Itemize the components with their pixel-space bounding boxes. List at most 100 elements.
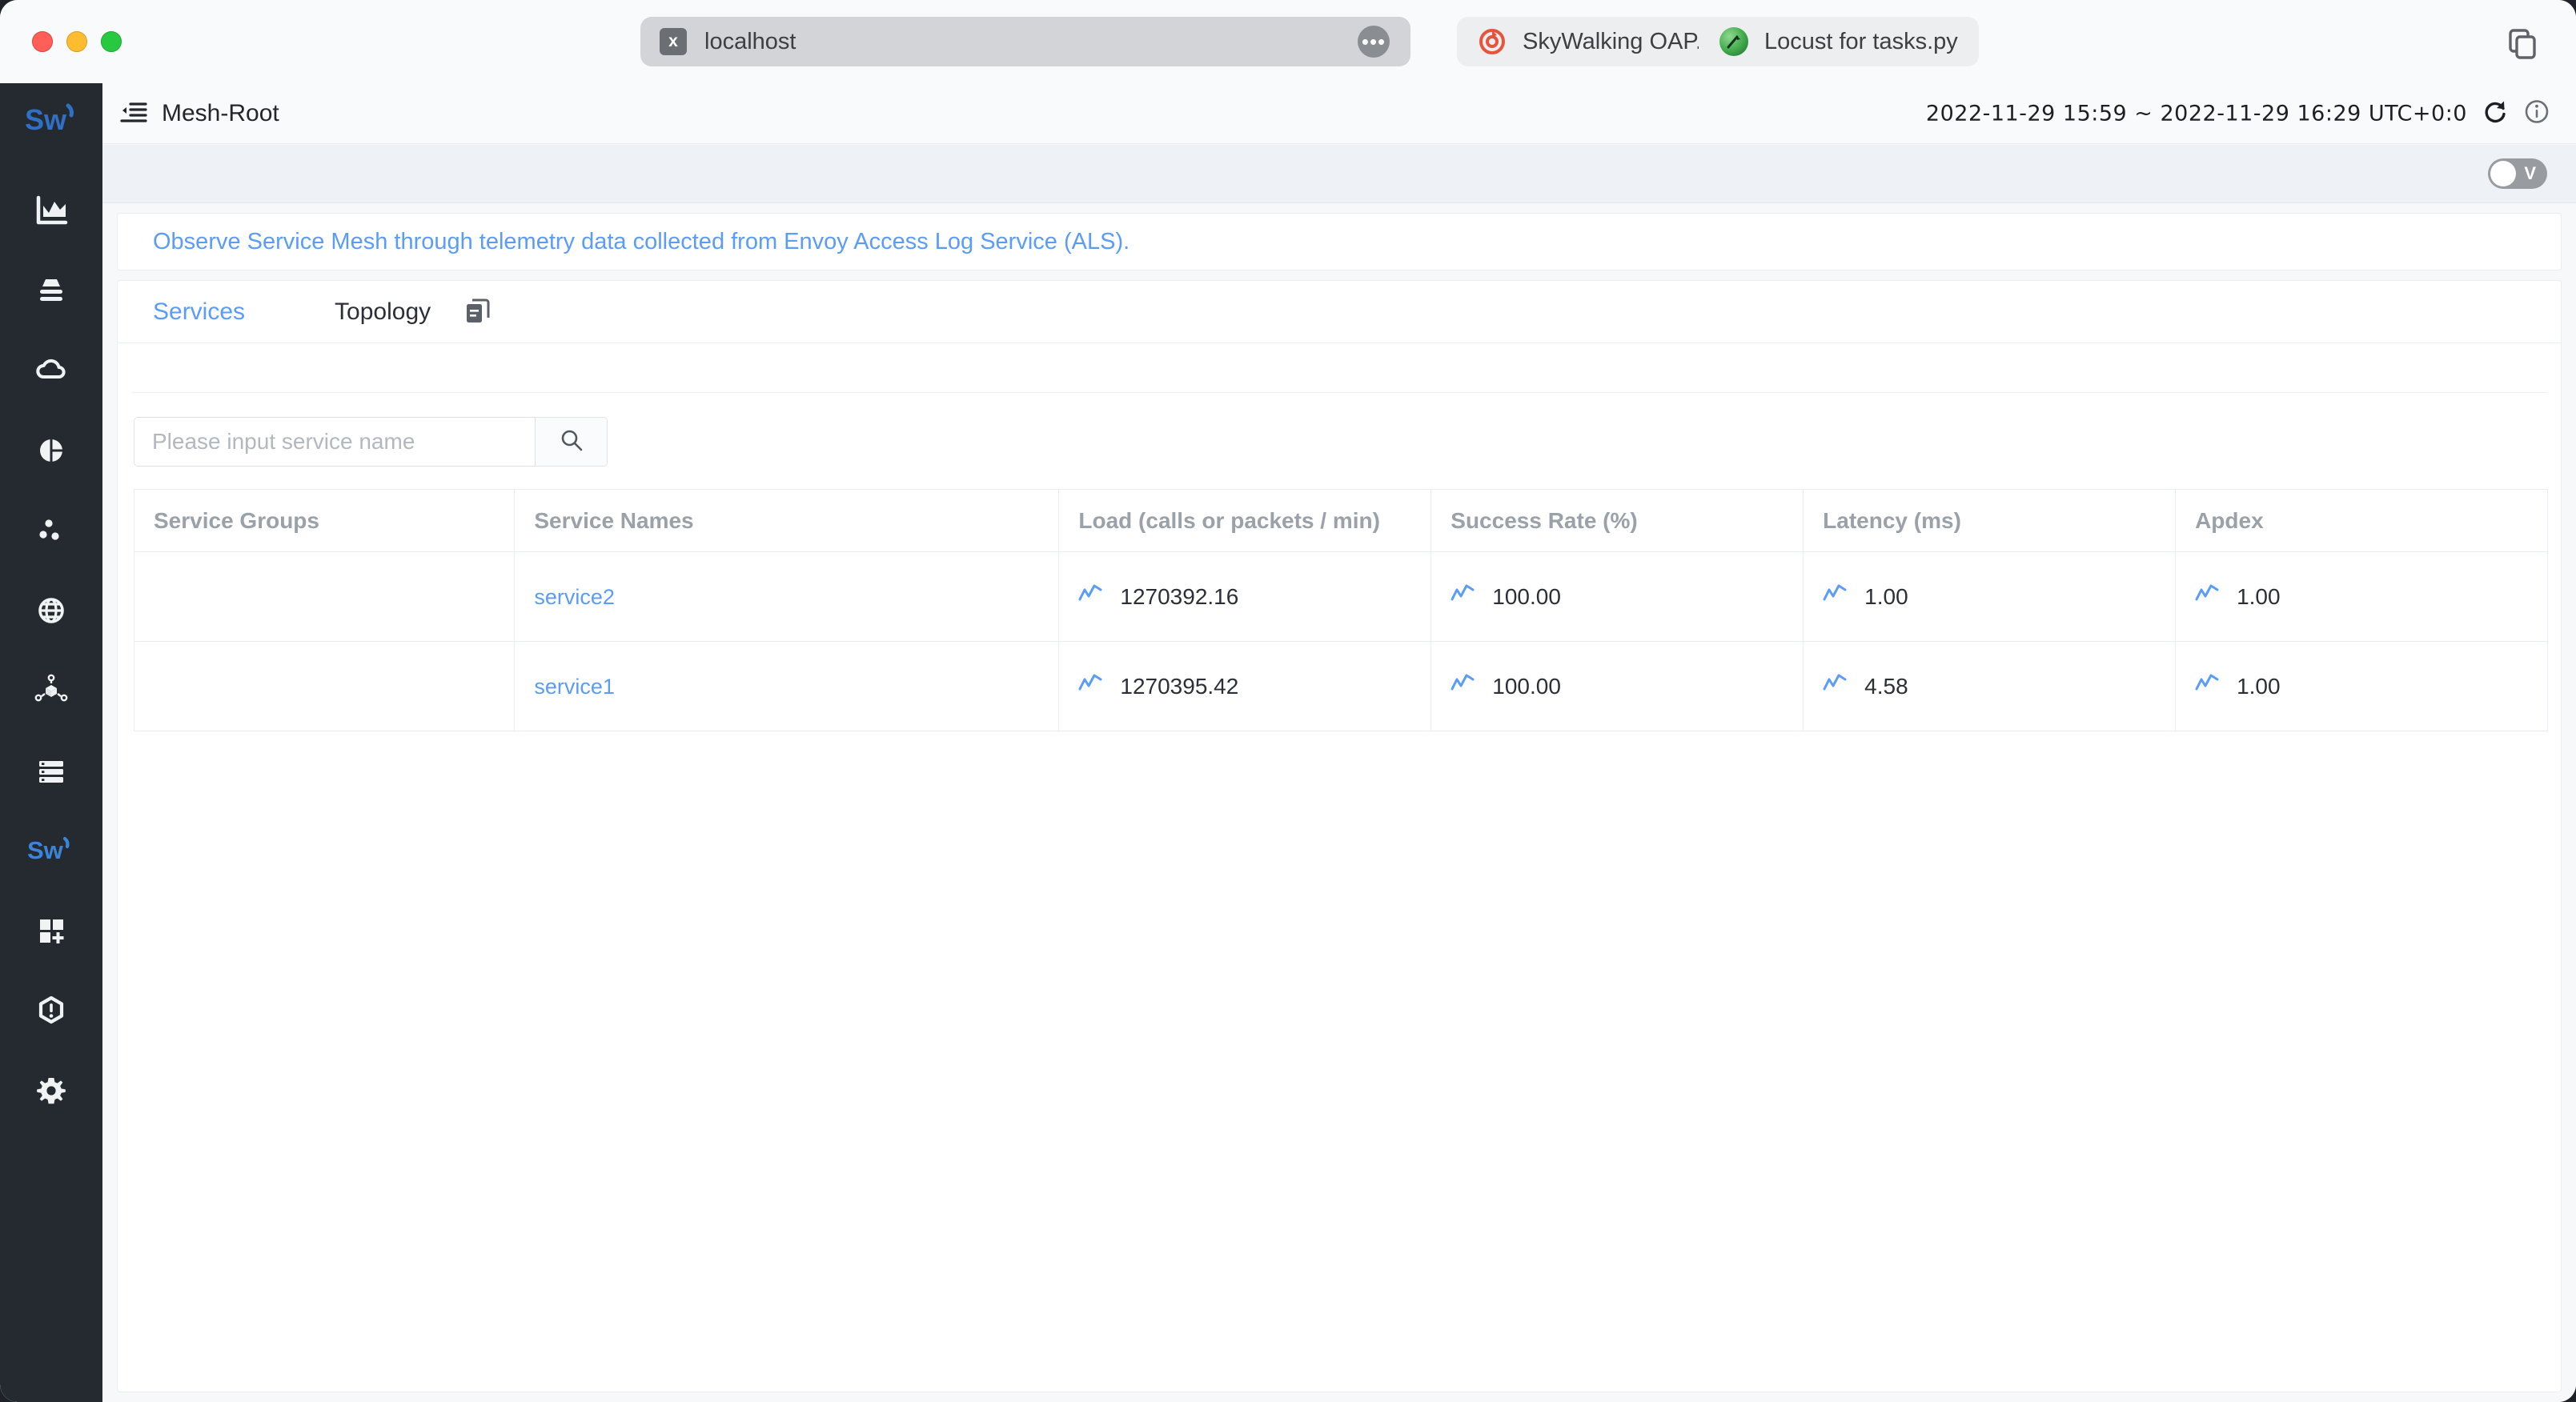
version-toggle[interactable]: V bbox=[2488, 158, 2547, 189]
globe-icon bbox=[33, 592, 70, 629]
cell-service-group bbox=[133, 641, 516, 731]
metric-apdex: 1.00 bbox=[2195, 673, 2547, 699]
sidebar-item-settings[interactable] bbox=[0, 1051, 102, 1131]
copy-dashboard-icon[interactable] bbox=[464, 298, 492, 326]
metric-success-rate: 100.00 bbox=[1451, 673, 1803, 699]
skywalking-favicon bbox=[1478, 27, 1507, 56]
tab-overview-icon[interactable] bbox=[2504, 26, 2539, 61]
cell-latency: 1.00 bbox=[1803, 551, 2177, 642]
column-header-load[interactable]: Load (calls or packets / min) bbox=[1058, 489, 1432, 552]
metric-value: 100.00 bbox=[1492, 673, 1561, 699]
services-table-wrapper: Service Groups Service Names Load (calls… bbox=[118, 467, 2561, 731]
trend-line-icon[interactable] bbox=[2195, 673, 2219, 699]
version-toggle-label: V bbox=[2524, 163, 2536, 183]
sidebar-item-general-service[interactable] bbox=[0, 170, 102, 250]
search-input[interactable] bbox=[134, 418, 535, 466]
search-icon bbox=[559, 427, 584, 457]
dashboard-toolbar: V bbox=[102, 145, 2576, 203]
metric-apdex: 1.00 bbox=[2195, 583, 2547, 610]
sidebar-item-infrastructure[interactable] bbox=[0, 651, 102, 731]
browser-tab-locust[interactable]: Locust for tasks.py bbox=[1699, 17, 1979, 66]
svg-text:Sw: Sw bbox=[27, 836, 64, 864]
alarm-hexagon-icon bbox=[33, 992, 70, 1029]
metric-load: 1270392.16 bbox=[1078, 583, 1430, 610]
browser-window: x localhost ••• SkyWalking OAP... Locust… bbox=[0, 0, 2576, 1402]
column-header-service-groups[interactable]: Service Groups bbox=[133, 489, 516, 552]
browser-tab-title: SkyWalking OAP... bbox=[1523, 28, 1715, 54]
services-table: Service Groups Service Names Load (calls… bbox=[133, 489, 2548, 731]
pie-chart-icon bbox=[33, 432, 70, 469]
sidebar-item-browser[interactable] bbox=[0, 571, 102, 651]
service-link[interactable]: service1 bbox=[534, 675, 615, 699]
column-header-service-names[interactable]: Service Names bbox=[514, 489, 1060, 552]
cell-load: 1270395.42 bbox=[1058, 641, 1432, 731]
info-icon[interactable] bbox=[2523, 98, 2550, 129]
metric-success-rate: 100.00 bbox=[1451, 583, 1803, 610]
app-header: Mesh-Root 2022-11-29 15:59 ~ 2022-11-29 … bbox=[102, 83, 2576, 144]
skywalking-app: Sw Sw Mesh-Root 2022-11-29 15:59 ~ 2022-… bbox=[0, 83, 2576, 1402]
server-list-icon bbox=[33, 752, 70, 789]
svg-text:Sw: Sw bbox=[25, 103, 67, 136]
header-right-controls: 2022-11-29 15:59 ~ 2022-11-29 16:29 UTC+… bbox=[1926, 98, 2550, 129]
filter-strip bbox=[132, 343, 2546, 393]
metric-value: 1270392.16 bbox=[1120, 583, 1239, 609]
tab-services[interactable]: Services bbox=[153, 298, 245, 326]
time-range-picker[interactable]: 2022-11-29 15:59 ~ 2022-11-29 16:29 UTC+… bbox=[1926, 101, 2467, 126]
metric-latency: 1.00 bbox=[1823, 583, 2175, 610]
column-header-latency[interactable]: Latency (ms) bbox=[1803, 489, 2177, 552]
trend-line-icon[interactable] bbox=[1451, 583, 1475, 610]
cell-service-name: service1 bbox=[514, 641, 1060, 731]
services-panel: Services Topology Please input service n… bbox=[117, 280, 2562, 1392]
skywalking-logo[interactable]: Sw bbox=[23, 98, 79, 148]
metric-value: 1.00 bbox=[2237, 673, 2281, 699]
service-search bbox=[134, 417, 608, 467]
sidebar-item-dashboards[interactable] bbox=[0, 891, 102, 971]
sidebar-item-service-mesh[interactable] bbox=[0, 491, 102, 571]
column-header-success-rate[interactable]: Success Rate (%) bbox=[1430, 489, 1804, 552]
browser-tab-title: localhost bbox=[704, 28, 796, 54]
ellipsis-icon[interactable]: ••• bbox=[1358, 26, 1390, 58]
view-tabbar: Services Topology bbox=[118, 281, 2561, 343]
search-button[interactable] bbox=[535, 418, 607, 466]
cell-apdex: 1.00 bbox=[2175, 551, 2548, 642]
table-header-row: Service Groups Service Names Load (calls… bbox=[133, 489, 2548, 552]
sidebar-item-alarm[interactable] bbox=[0, 971, 102, 1051]
cell-load: 1270392.16 bbox=[1058, 551, 1432, 642]
column-header-apdex[interactable]: Apdex bbox=[2175, 489, 2548, 552]
database-icon bbox=[33, 272, 70, 309]
content-area: Observe Service Mesh through telemetry d… bbox=[102, 203, 2576, 1402]
banner-text: Observe Service Mesh through telemetry d… bbox=[153, 228, 1130, 254]
sidebar-item-virtual-machine[interactable] bbox=[0, 330, 102, 411]
trend-line-icon[interactable] bbox=[1078, 673, 1102, 699]
metric-value: 100.00 bbox=[1492, 583, 1561, 609]
sidebar: Sw Sw bbox=[0, 83, 102, 1402]
cell-service-name: service2 bbox=[514, 551, 1060, 642]
sidebar-item-database[interactable] bbox=[0, 250, 102, 330]
metric-latency: 4.58 bbox=[1823, 673, 2175, 699]
skywalking-icon: Sw bbox=[27, 831, 75, 870]
tab-topology[interactable]: Topology bbox=[335, 298, 431, 326]
metric-value: 4.58 bbox=[1864, 673, 1908, 699]
trend-line-icon[interactable] bbox=[1823, 673, 1847, 699]
menu-collapse-icon[interactable] bbox=[120, 100, 147, 127]
trend-line-icon[interactable] bbox=[1451, 673, 1475, 699]
metric-value: 1.00 bbox=[2237, 583, 2281, 609]
cell-success-rate: 100.00 bbox=[1430, 641, 1804, 731]
refresh-icon[interactable] bbox=[2482, 98, 2509, 129]
browser-tab-skywalking-oap[interactable]: SkyWalking OAP... bbox=[1457, 17, 1736, 66]
sidebar-item-self-observability[interactable]: Sw bbox=[0, 811, 102, 891]
trend-line-icon[interactable] bbox=[2195, 583, 2219, 610]
cell-latency: 4.58 bbox=[1803, 641, 2177, 731]
service-link[interactable]: service2 bbox=[534, 585, 615, 609]
table-row[interactable]: service1 1270395.42 100.00 4.58 1.00 bbox=[133, 641, 2548, 731]
sidebar-item-kubernetes[interactable] bbox=[0, 411, 102, 491]
topology-cube-icon bbox=[33, 672, 70, 709]
grid-plus-icon bbox=[33, 912, 70, 949]
trend-line-icon[interactable] bbox=[1823, 583, 1847, 610]
browser-toolbar: x localhost ••• SkyWalking OAP... Locust… bbox=[0, 0, 2576, 83]
trend-line-icon[interactable] bbox=[1078, 583, 1102, 610]
sidebar-item-logs[interactable] bbox=[0, 731, 102, 811]
browser-tab-localhost[interactable]: x localhost ••• bbox=[640, 17, 1410, 66]
chart-icon bbox=[33, 192, 70, 229]
table-row[interactable]: service2 1270392.16 100.00 1.00 1.00 bbox=[133, 551, 2548, 642]
